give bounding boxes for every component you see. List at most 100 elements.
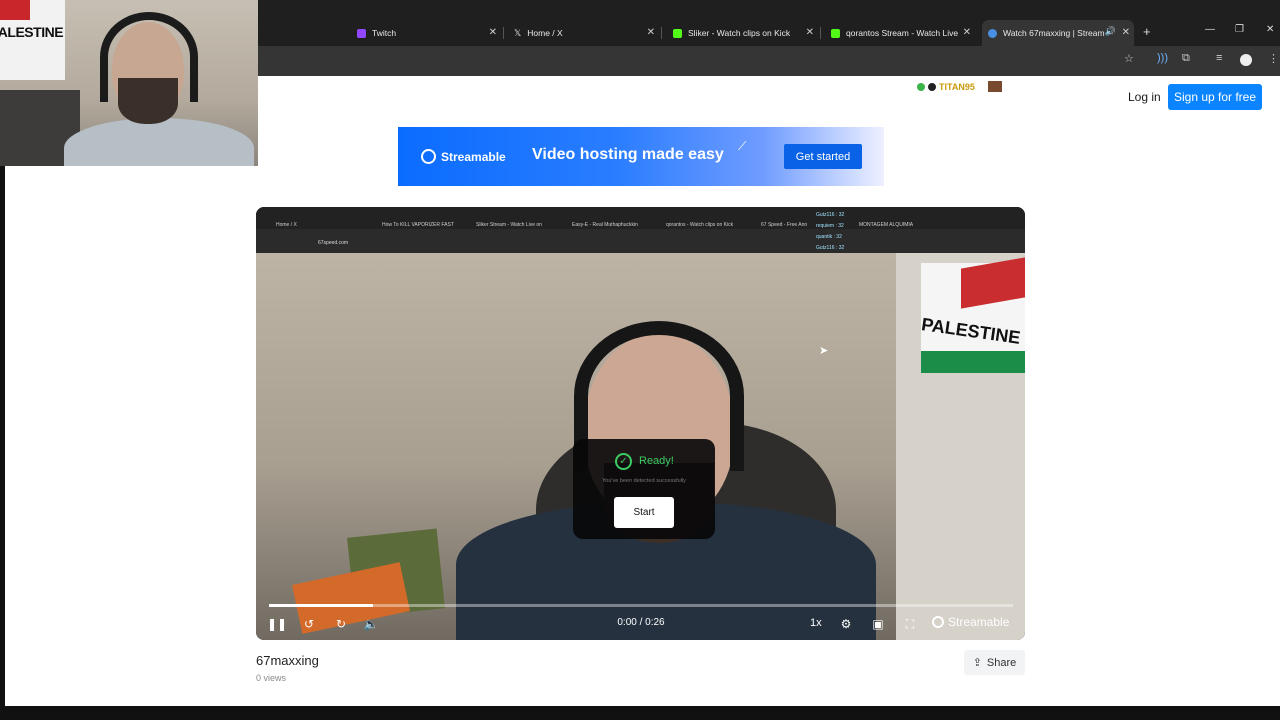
pause-icon: ❚❚	[266, 617, 288, 631]
close-icon[interactable]: ✕	[489, 27, 497, 38]
start-button[interactable]: Start	[614, 497, 674, 528]
tab-twitch[interactable]: Twitch ✕	[355, 22, 497, 44]
close-icon[interactable]: ✕	[1122, 27, 1130, 38]
forward-button[interactable]: ↻	[332, 613, 350, 635]
media-control-icon[interactable]: ≡	[1216, 52, 1222, 64]
webcam-overlay: PALESTINE	[0, 0, 258, 166]
close-icon[interactable]: ✕	[806, 27, 814, 38]
tab-streamable[interactable]: Watch 67maxxing | Stream 🔊 ✕	[982, 20, 1134, 46]
user-badge: TITAN95	[917, 81, 1002, 92]
chat-line: quantik : 32	[816, 234, 842, 240]
tab-label: Watch 67maxxing | Stream	[1003, 28, 1105, 38]
black-dot-icon	[928, 82, 936, 91]
forward-icon: ↻	[335, 617, 347, 631]
speed-button[interactable]: 1x	[810, 617, 822, 629]
restore-button[interactable]: ❐	[1235, 24, 1244, 35]
get-started-button[interactable]: Get started	[784, 144, 862, 169]
settings-button[interactable]: ⚙	[837, 613, 855, 635]
palestine-flag-image: PALESTINE	[920, 257, 1025, 373]
progress-fill	[269, 604, 374, 607]
frame-border	[0, 706, 1280, 720]
volume-icon: 🔈	[363, 617, 379, 631]
time-display: 0:00 / 0:26	[617, 617, 665, 628]
chat-line: requiem : 32	[816, 223, 844, 229]
new-tab-button[interactable]: +	[1143, 24, 1151, 39]
tab-separator	[503, 27, 504, 39]
inner-url: 67speed.com	[318, 240, 349, 246]
flag-caption: PALESTINE	[920, 314, 1022, 348]
brand-text: Streamable	[948, 615, 1010, 629]
share-label: Share	[986, 656, 1017, 669]
fullscreen-button[interactable]: ⛶	[901, 613, 919, 635]
twitch-icon	[357, 28, 366, 38]
rewind-icon: ↺	[303, 617, 315, 631]
rewind-button[interactable]: ↺	[300, 613, 318, 635]
pip-button[interactable]: ▣	[869, 613, 887, 635]
inner-tab: How To KILL VAPORIZER FAST	[382, 222, 454, 228]
inner-tab: MONTAGEM ALQUIMIA	[859, 222, 914, 228]
ad-banner[interactable]: Streamable Video hosting made easy ⟋ Get…	[398, 127, 884, 186]
close-icon[interactable]: ✕	[647, 27, 655, 38]
fullscreen-icon: ⛶	[905, 616, 915, 631]
detected-text: You've been detected successfully	[602, 478, 686, 484]
banner-logo: Streamable	[421, 149, 506, 164]
progress-bar[interactable]	[269, 604, 1013, 607]
tab-home-x[interactable]: 𝕏 Home / X ✕	[512, 22, 655, 44]
audio-extension-icon[interactable]: )))	[1157, 52, 1168, 64]
inner-tab: Easy-E - Real Muthaphuckkin	[572, 222, 638, 228]
headset-image	[100, 12, 198, 102]
window-close-button[interactable]: ✕	[1266, 24, 1274, 35]
volume-button[interactable]: 🔈	[362, 613, 380, 635]
x-icon: 𝕏	[514, 27, 522, 38]
tab-qorantos[interactable]: qorantos Stream - Watch Live o ✕	[829, 22, 971, 44]
bookmark-star-icon[interactable]: ☆	[1124, 52, 1134, 65]
tab-label: Sliker - Watch clips on Kick	[688, 28, 791, 38]
green-dot-icon	[917, 82, 925, 91]
pause-button[interactable]: ❚❚	[266, 613, 288, 635]
minimize-button[interactable]: —	[1205, 24, 1215, 35]
inner-chat-overlay: Gutz116 : 32 requiem : 32 quantik : 32 G…	[816, 210, 844, 254]
inner-tab: qorantos - Watch clips on Kick	[666, 222, 734, 228]
speaker-icon[interactable]: 🔊	[1104, 26, 1116, 37]
streamable-logo-icon	[932, 616, 944, 628]
streamable-logo-icon	[421, 149, 436, 164]
picture-in-picture-icon: ▣	[872, 617, 884, 631]
badge-text: TITAN95	[939, 81, 975, 92]
video-frame: PALESTINE ✓ Ready! You've been detected …	[256, 253, 1025, 640]
check-circle-icon: ✓	[615, 453, 632, 470]
streamable-icon	[988, 28, 997, 38]
flag-caption: PALESTINE	[0, 24, 64, 40]
video-player[interactable]: Home / X How To KILL VAPORIZER FAST Slik…	[256, 207, 1025, 640]
ready-text: Ready!	[639, 455, 674, 467]
inner-tab: Sliker Stream - Watch Live on	[476, 222, 542, 228]
close-icon[interactable]: ✕	[959, 27, 971, 38]
gear-icon: ⚙	[840, 617, 852, 631]
tab-label: Twitch	[372, 28, 397, 38]
chat-line: Gutz116 : 32	[816, 212, 845, 218]
extensions-icon[interactable]: ⧉	[1182, 52, 1190, 65]
video-title: 67maxxing	[256, 653, 319, 668]
banner-headline: Video hosting made easy	[532, 146, 724, 163]
kick-icon	[831, 28, 840, 38]
banner-brand: Streamable	[441, 149, 506, 164]
tab-separator	[820, 27, 821, 39]
login-link[interactable]: Log in	[1128, 90, 1161, 104]
inner-address-bar	[256, 229, 1025, 253]
sparkle-icon: ⟋	[738, 139, 747, 153]
tab-sliker[interactable]: Sliker - Watch clips on Kick ✕	[671, 22, 814, 44]
streamable-brand-link[interactable]: Streamable	[932, 615, 1009, 629]
view-count: 0 views	[256, 673, 287, 683]
inner-browser-tabs: Home / X How To KILL VAPORIZER FAST Slik…	[256, 207, 1025, 229]
palestine-flag-image: PALESTINE	[0, 0, 65, 80]
frame-border	[0, 166, 5, 706]
detection-overlay: ✓ Ready! You've been detected successful…	[573, 439, 715, 539]
tab-label: Home / X	[527, 28, 563, 38]
screen: Twitch ✕ 𝕏 Home / X ✕ Sliker - Watch cli…	[0, 0, 1280, 720]
profile-avatar[interactable]	[1240, 54, 1252, 66]
badge-image	[987, 81, 1002, 92]
signup-button[interactable]: Sign up for free	[1168, 84, 1262, 110]
share-button[interactable]: ⇪ Share	[964, 650, 1025, 675]
menu-icon[interactable]: ⋮	[1268, 52, 1279, 65]
mouse-cursor-icon: ➤	[819, 345, 829, 357]
share-icon: ⇪	[972, 657, 982, 669]
